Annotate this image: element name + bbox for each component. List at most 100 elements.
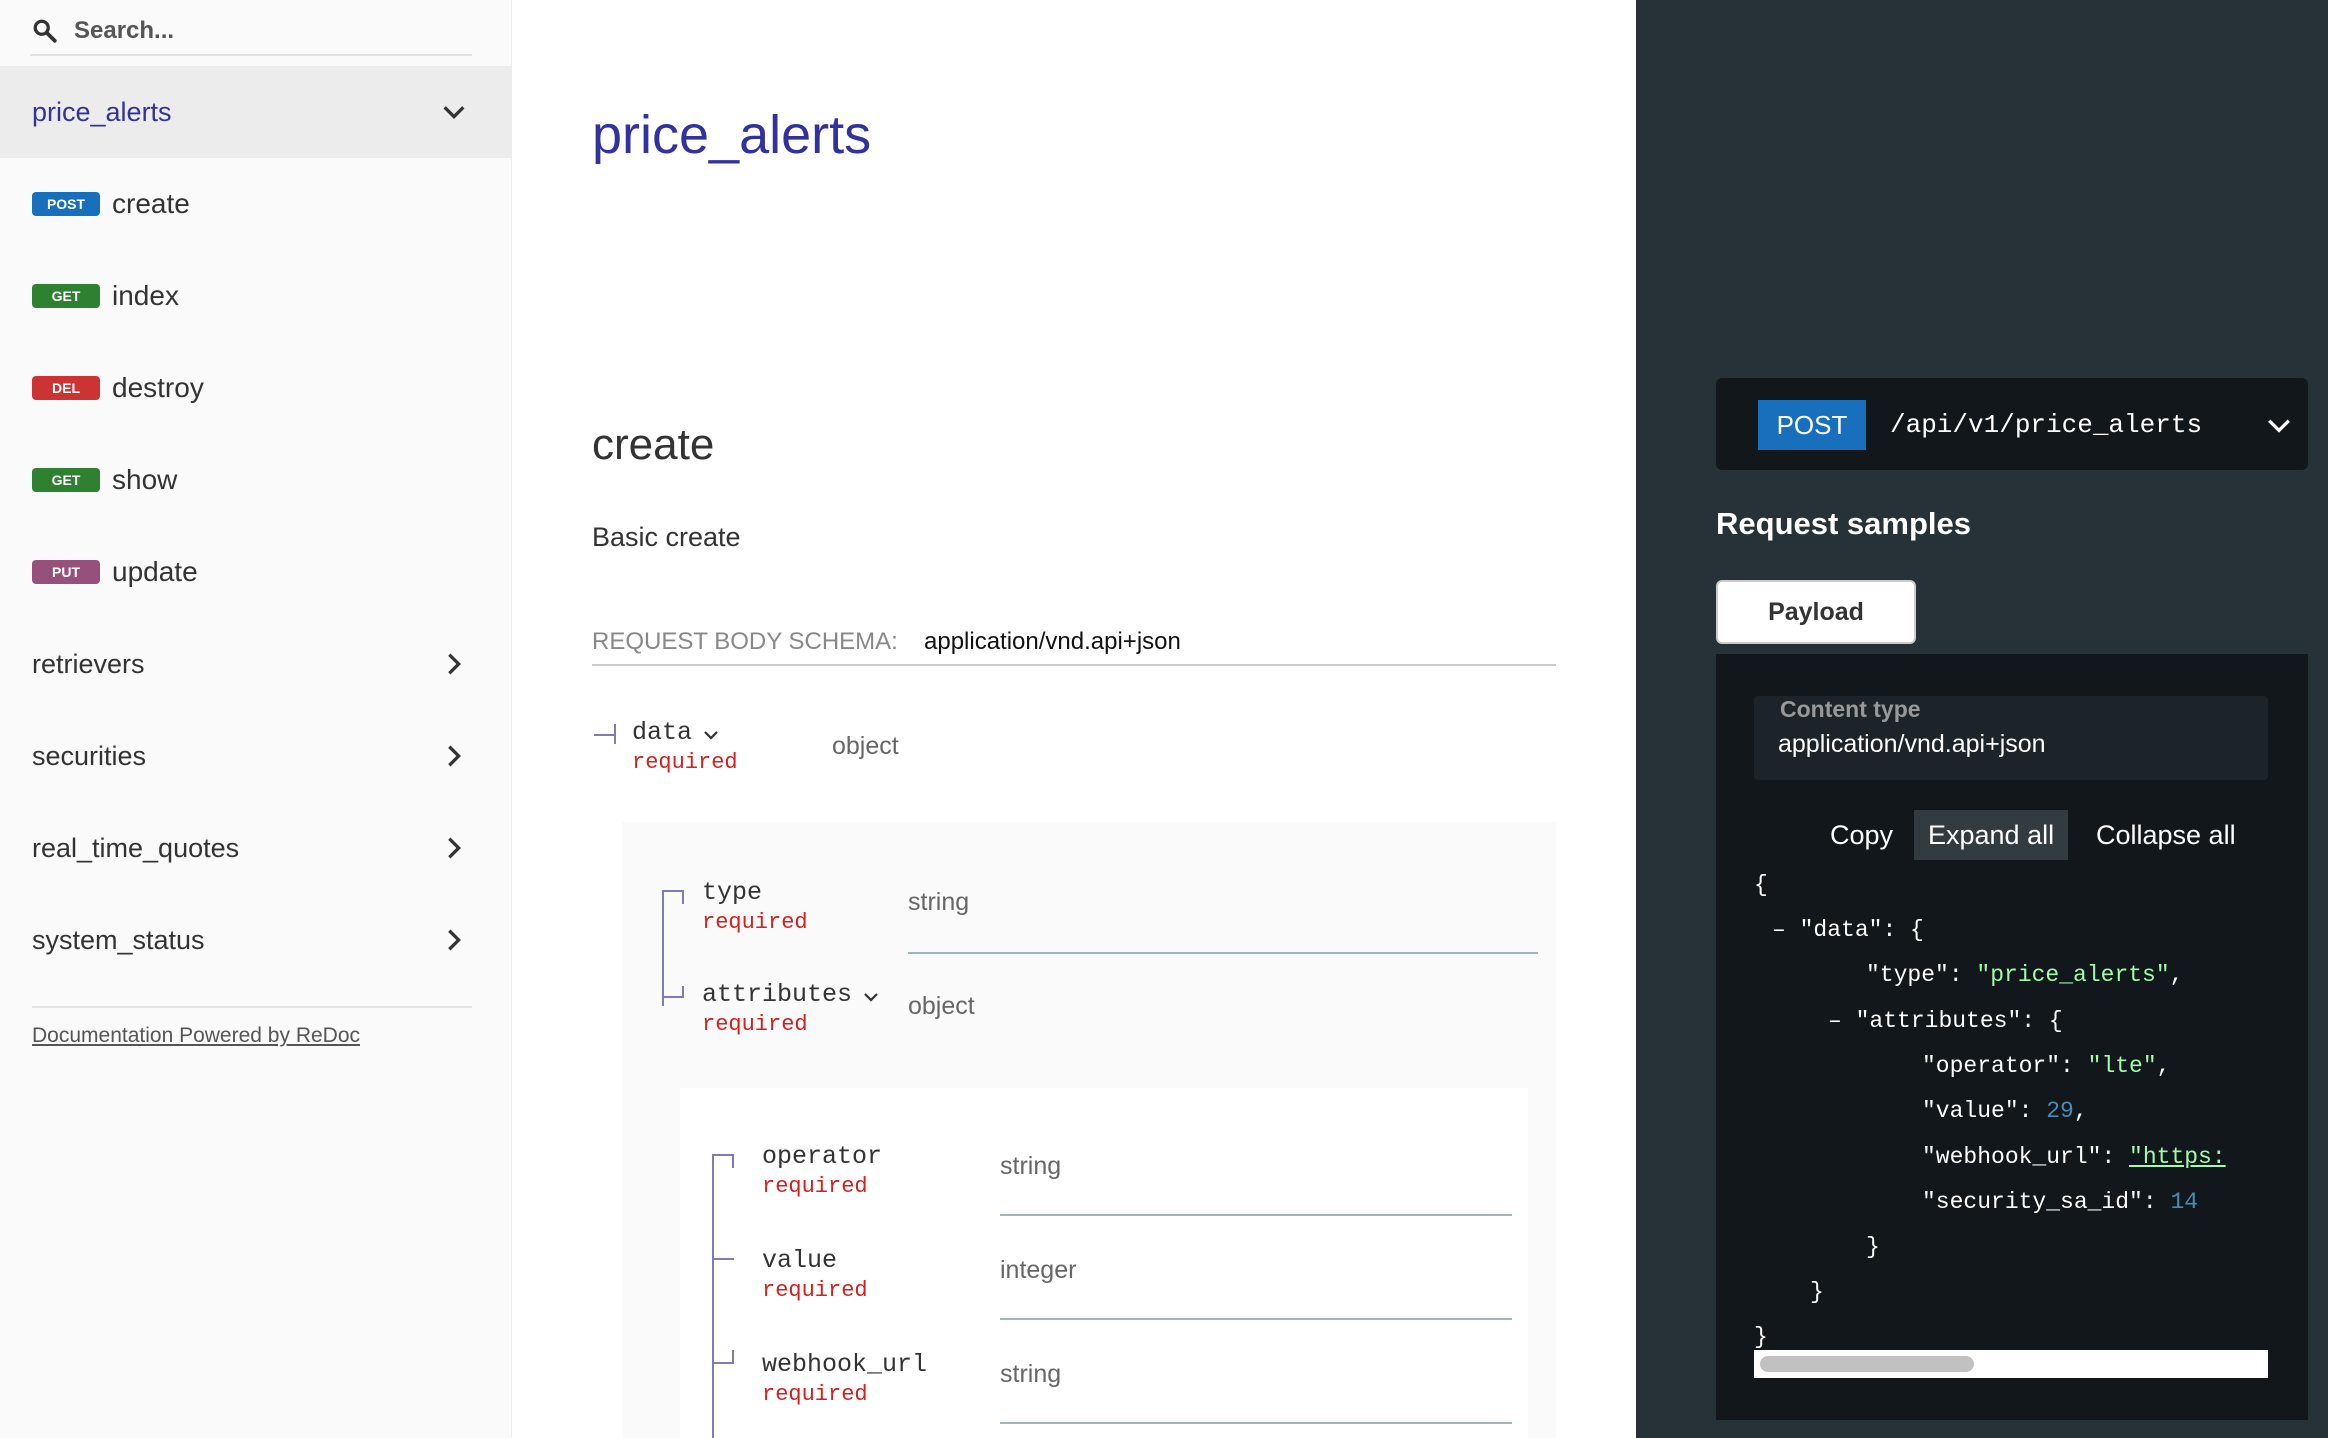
code-line: "value": 29, [1922,1098,2088,1124]
param-data-type: object [832,732,899,760]
method-badge-del: DEL [32,376,100,400]
sidebar-op-show[interactable]: GET show [0,434,512,526]
param-data-required: required [632,750,738,775]
param-attributes-required: required [702,1012,808,1037]
param-operator-required: required [762,1174,868,1199]
webhook-url-link[interactable]: "https: [2129,1144,2226,1170]
param-attributes-name[interactable]: attributes [702,980,852,1009]
chevron-down-icon [443,106,465,119]
tree-line [712,1154,714,1438]
method-badge-get: GET [32,468,100,492]
tree-line [662,890,664,1006]
code-line: "operator": "lte", [1922,1053,2171,1079]
copy-button[interactable]: Copy [1816,810,1907,860]
tree-line [732,1350,734,1364]
param-value-type: integer [1000,1256,1077,1284]
scrollbar-thumb[interactable] [1760,1356,1974,1372]
chevron-down-icon[interactable] [702,726,720,744]
sidebar-item-label: securities [32,741,147,771]
sidebar-divider [32,1006,472,1008]
chevron-right-icon [448,837,461,859]
content-type-label: Content type [1780,696,1921,722]
sidebar-item-retrievers[interactable]: retrievers [0,618,512,710]
code-line: – "data": { [1772,917,1924,943]
sidebar-op-index[interactable]: GET index [0,250,512,342]
expand-all-button[interactable]: Expand all [1914,810,2069,860]
sidebar-op-create[interactable]: POST create [0,158,512,250]
code-line: – "attributes": { [1828,1008,2063,1034]
field-underline [908,952,1538,954]
chevron-down-icon[interactable] [2266,412,2292,438]
search-icon [33,19,57,43]
code-line: } [1754,1324,1768,1350]
sidebar-item-label: real_time_quotes [32,833,240,863]
param-type-type: string [908,888,970,916]
nested-schema-attributes: operator required string value required … [680,1088,1528,1438]
request-sample-panel: Content type application/vnd.api+json Co… [1716,654,2308,1420]
content-type-value: application/vnd.api+json [1778,730,2046,758]
code-line: "security_sa_id": 14 [1922,1189,2199,1215]
tree-line [712,1258,734,1260]
request-samples-title: Request samples [1716,506,1971,541]
sidebar-op-label: index [112,280,179,311]
chevron-down-icon[interactable] [862,988,880,1006]
param-webhook-url-required: required [762,1382,868,1407]
code-line: "webhook_url": "https: [1922,1144,2226,1170]
param-webhook-url-type: string [1000,1360,1062,1388]
collapse-toggle[interactable]: – [1772,917,1786,943]
collapse-all-button[interactable]: Collapse all [2082,810,2250,860]
param-operator-name: operator [762,1142,883,1171]
sidebar: price_alerts POST create GET index DEL d… [0,0,512,1438]
sidebar-item-label: price_alerts [32,97,172,127]
sidebar-op-label: update [112,556,198,587]
sidebar-item-label: system_status [32,925,205,955]
param-data-name[interactable]: data [632,718,692,747]
method-badge-put: PUT [32,560,100,584]
tree-line [712,1154,734,1156]
operation-title: create [592,420,715,469]
tree-line [682,986,684,998]
request-body-type: application/vnd.api+json [924,628,1181,655]
sidebar-op-update[interactable]: PUT update [0,526,512,618]
field-underline [1000,1214,1512,1216]
method-badge-post: POST [32,192,100,216]
main-content: price_alerts create Basic create REQUEST… [512,0,1636,1438]
sidebar-item-system-status[interactable]: system_status [0,894,512,986]
tree-line [662,996,684,998]
field-underline [1000,1318,1512,1320]
search-box [30,8,472,56]
request-body-label: REQUEST BODY SCHEMA: [592,628,898,655]
tree-line [732,1154,734,1168]
code-sample: { – "data": { "type": "price_alerts", – … [1754,870,2268,1350]
request-body-schema: REQUEST BODY SCHEMA: application/vnd.api… [592,628,1556,666]
chevron-right-icon [448,745,461,767]
endpoint-selector[interactable]: POST /api/v1/price_alerts [1716,378,2308,470]
param-attributes-type: object [908,992,975,1020]
tab-payload[interactable]: Payload [1716,580,1916,644]
field-underline [1000,1422,1512,1424]
tree-line [594,734,616,736]
code-line: { [1754,872,1768,898]
tag-title: price_alerts [592,105,872,165]
powered-by-link[interactable]: Documentation Powered by ReDoc [32,1024,360,1048]
param-value-required: required [762,1278,868,1303]
search-input[interactable] [72,12,462,50]
tree-line [682,890,684,904]
horizontal-scrollbar[interactable] [1754,1350,2268,1378]
sidebar-item-securities[interactable]: securities [0,710,512,802]
param-value-name: value [762,1246,838,1275]
param-operator-type: string [1000,1152,1062,1180]
code-line: } [1866,1234,1880,1260]
sidebar-item-real-time-quotes[interactable]: real_time_quotes [0,802,512,894]
sidebar-item-price-alerts[interactable]: price_alerts [0,66,512,158]
chevron-right-icon [448,653,461,675]
right-panel: POST /api/v1/price_alerts Request sample… [1636,0,2328,1438]
collapse-toggle[interactable]: – [1828,1008,1842,1034]
param-type-required: required [702,910,808,935]
code-line: } [1810,1279,1824,1305]
param-type-name: type [702,878,763,907]
sidebar-op-destroy[interactable]: DEL destroy [0,342,512,434]
sidebar-op-label: destroy [112,372,204,403]
sidebar-item-label: retrievers [32,649,145,679]
content-type-box: Content type application/vnd.api+json [1754,696,2268,780]
